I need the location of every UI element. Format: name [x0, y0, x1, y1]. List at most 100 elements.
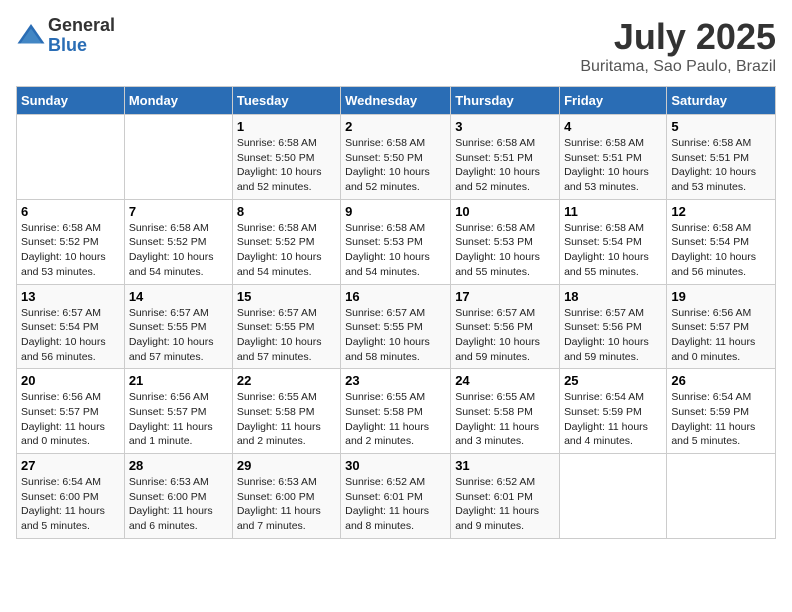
day-cell: 3Sunrise: 6:58 AM Sunset: 5:51 PM Daylig… — [451, 115, 560, 200]
day-number: 13 — [21, 289, 120, 304]
day-number: 24 — [455, 373, 555, 388]
day-info: Sunrise: 6:54 AM Sunset: 5:59 PM Dayligh… — [671, 390, 771, 449]
day-info: Sunrise: 6:56 AM Sunset: 5:57 PM Dayligh… — [21, 390, 120, 449]
day-cell: 23Sunrise: 6:55 AM Sunset: 5:58 PM Dayli… — [341, 369, 451, 454]
day-cell: 27 Sunrise: 6:54 AM Sunset: 6:00 PM Dayli… — [17, 454, 125, 539]
day-number: 5 — [671, 119, 771, 134]
day-info: Sunrise: 6:57 AM Sunset: 5:55 PM Dayligh… — [237, 306, 336, 365]
day-number: 16 — [345, 289, 446, 304]
day-cell: 8 Sunrise: 6:58 AM Sunset: 5:52 PM Daylig… — [232, 199, 340, 284]
day-cell: 2 Sunrise: 6:58 AM Sunset: 5:50 PM Daylig… — [341, 115, 451, 200]
day-cell: 15 Sunrise: 6:57 AM Sunset: 5:55 PM Dayli… — [232, 284, 340, 369]
col-header-friday: Friday — [560, 87, 667, 115]
day-cell: 18Sunrise: 6:57 AM Sunset: 5:56 PM Dayli… — [560, 284, 667, 369]
day-number: 11 — [564, 204, 662, 219]
day-number: 20 — [21, 373, 120, 388]
day-number: 19 — [671, 289, 771, 304]
day-cell — [667, 454, 776, 539]
logo-general: General — [48, 16, 115, 36]
day-cell — [17, 115, 125, 200]
week-row-2: 6 Sunrise: 6:58 AM Sunset: 5:52 PM Daylig… — [17, 199, 776, 284]
day-cell: 26 Sunrise: 6:54 AM Sunset: 5:59 PM Dayli… — [667, 369, 776, 454]
day-number: 1 — [237, 119, 336, 134]
page-header: General Blue July 2025 Buritama, Sao Pau… — [16, 16, 776, 76]
day-cell: 9 Sunrise: 6:58 AM Sunset: 5:53 PM Daylig… — [341, 199, 451, 284]
title-block: July 2025 Buritama, Sao Paulo, Brazil — [580, 16, 776, 76]
day-number: 26 — [671, 373, 771, 388]
calendar-table: SundayMondayTuesdayWednesdayThursdayFrid… — [16, 86, 776, 539]
col-header-tuesday: Tuesday — [232, 87, 340, 115]
day-info: Sunrise: 6:58 AM Sunset: 5:54 PM Dayligh… — [564, 221, 662, 280]
day-info: Sunrise: 6:58 AM Sunset: 5:51 PM Dayligh… — [671, 136, 771, 195]
day-info: Sunrise: 6:58 AM Sunset: 5:51 PM Dayligh… — [455, 136, 555, 195]
day-info: Sunrise: 6:56 AM Sunset: 5:57 PM Dayligh… — [129, 390, 228, 449]
week-row-3: 13 Sunrise: 6:57 AM Sunset: 5:54 PM Dayli… — [17, 284, 776, 369]
day-number: 8 — [237, 204, 336, 219]
day-cell: 20 Sunrise: 6:56 AM Sunset: 5:57 PM Dayli… — [17, 369, 125, 454]
calendar-subtitle: Buritama, Sao Paulo, Brazil — [580, 58, 776, 76]
col-header-sunday: Sunday — [17, 87, 125, 115]
col-header-saturday: Saturday — [667, 87, 776, 115]
day-cell: 17 Sunrise: 6:57 AM Sunset: 5:56 PM Dayli… — [451, 284, 560, 369]
day-cell: 29Sunrise: 6:53 AM Sunset: 6:00 PM Dayli… — [232, 454, 340, 539]
day-cell — [124, 115, 232, 200]
day-info: Sunrise: 6:58 AM Sunset: 5:50 PM Dayligh… — [237, 136, 336, 195]
day-cell: 10 Sunrise: 6:58 AM Sunset: 5:53 PM Dayli… — [451, 199, 560, 284]
day-info: Sunrise: 6:58 AM Sunset: 5:52 PM Dayligh… — [129, 221, 228, 280]
day-number: 30 — [345, 458, 446, 473]
day-cell: 22Sunrise: 6:55 AM Sunset: 5:58 PM Dayli… — [232, 369, 340, 454]
day-cell: 7 Sunrise: 6:58 AM Sunset: 5:52 PM Daylig… — [124, 199, 232, 284]
day-cell: 14Sunrise: 6:57 AM Sunset: 5:55 PM Dayli… — [124, 284, 232, 369]
day-number: 22 — [237, 373, 336, 388]
day-number: 28 — [129, 458, 228, 473]
day-info: Sunrise: 6:52 AM Sunset: 6:01 PM Dayligh… — [455, 475, 555, 534]
day-number: 29 — [237, 458, 336, 473]
day-number: 25 — [564, 373, 662, 388]
week-row-1: 1 Sunrise: 6:58 AM Sunset: 5:50 PM Daylig… — [17, 115, 776, 200]
day-number: 7 — [129, 204, 228, 219]
day-info: Sunrise: 6:55 AM Sunset: 5:58 PM Dayligh… — [455, 390, 555, 449]
day-number: 2 — [345, 119, 446, 134]
day-info: Sunrise: 6:58 AM Sunset: 5:53 PM Dayligh… — [345, 221, 446, 280]
logo: General Blue — [16, 16, 115, 56]
day-cell: 25 Sunrise: 6:54 AM Sunset: 5:59 PM Dayli… — [560, 369, 667, 454]
day-info: Sunrise: 6:58 AM Sunset: 5:54 PM Dayligh… — [671, 221, 771, 280]
day-number: 4 — [564, 119, 662, 134]
day-number: 9 — [345, 204, 446, 219]
day-number: 10 — [455, 204, 555, 219]
day-cell: 5 Sunrise: 6:58 AM Sunset: 5:51 PM Daylig… — [667, 115, 776, 200]
day-info: Sunrise: 6:57 AM Sunset: 5:55 PM Dayligh… — [345, 306, 446, 365]
day-cell: 21 Sunrise: 6:56 AM Sunset: 5:57 PM Dayli… — [124, 369, 232, 454]
day-info: Sunrise: 6:58 AM Sunset: 5:52 PM Dayligh… — [237, 221, 336, 280]
day-number: 15 — [237, 289, 336, 304]
day-cell: 31 Sunrise: 6:52 AM Sunset: 6:01 PM Dayli… — [451, 454, 560, 539]
day-number: 12 — [671, 204, 771, 219]
day-info: Sunrise: 6:58 AM Sunset: 5:51 PM Dayligh… — [564, 136, 662, 195]
logo-blue: Blue — [48, 36, 115, 56]
day-cell: 19 Sunrise: 6:56 AM Sunset: 5:57 PM Dayli… — [667, 284, 776, 369]
col-header-monday: Monday — [124, 87, 232, 115]
day-number: 6 — [21, 204, 120, 219]
day-info: Sunrise: 6:54 AM Sunset: 5:59 PM Dayligh… — [564, 390, 662, 449]
day-cell: 24 Sunrise: 6:55 AM Sunset: 5:58 PM Dayli… — [451, 369, 560, 454]
day-info: Sunrise: 6:58 AM Sunset: 5:53 PM Dayligh… — [455, 221, 555, 280]
day-info: Sunrise: 6:57 AM Sunset: 5:56 PM Dayligh… — [564, 306, 662, 365]
col-header-thursday: Thursday — [451, 87, 560, 115]
day-info: Sunrise: 6:53 AM Sunset: 6:00 PM Dayligh… — [129, 475, 228, 534]
day-info: Sunrise: 6:57 AM Sunset: 5:56 PM Dayligh… — [455, 306, 555, 365]
day-number: 27 — [21, 458, 120, 473]
day-info: Sunrise: 6:56 AM Sunset: 5:57 PM Dayligh… — [671, 306, 771, 365]
day-info: Sunrise: 6:58 AM Sunset: 5:50 PM Dayligh… — [345, 136, 446, 195]
day-info: Sunrise: 6:57 AM Sunset: 5:54 PM Dayligh… — [21, 306, 120, 365]
day-cell: 28 Sunrise: 6:53 AM Sunset: 6:00 PM Dayli… — [124, 454, 232, 539]
day-number: 31 — [455, 458, 555, 473]
day-cell: 30 Sunrise: 6:52 AM Sunset: 6:01 PM Dayli… — [341, 454, 451, 539]
day-cell: 6Sunrise: 6:58 AM Sunset: 5:52 PM Daylig… — [17, 199, 125, 284]
day-number: 17 — [455, 289, 555, 304]
day-cell: 12 Sunrise: 6:58 AM Sunset: 5:54 PM Dayli… — [667, 199, 776, 284]
day-info: Sunrise: 6:54 AM Sunset: 6:00 PM Dayligh… — [21, 475, 120, 534]
week-row-4: 20 Sunrise: 6:56 AM Sunset: 5:57 PM Dayli… — [17, 369, 776, 454]
day-number: 21 — [129, 373, 228, 388]
day-info: Sunrise: 6:52 AM Sunset: 6:01 PM Dayligh… — [345, 475, 446, 534]
day-cell — [560, 454, 667, 539]
